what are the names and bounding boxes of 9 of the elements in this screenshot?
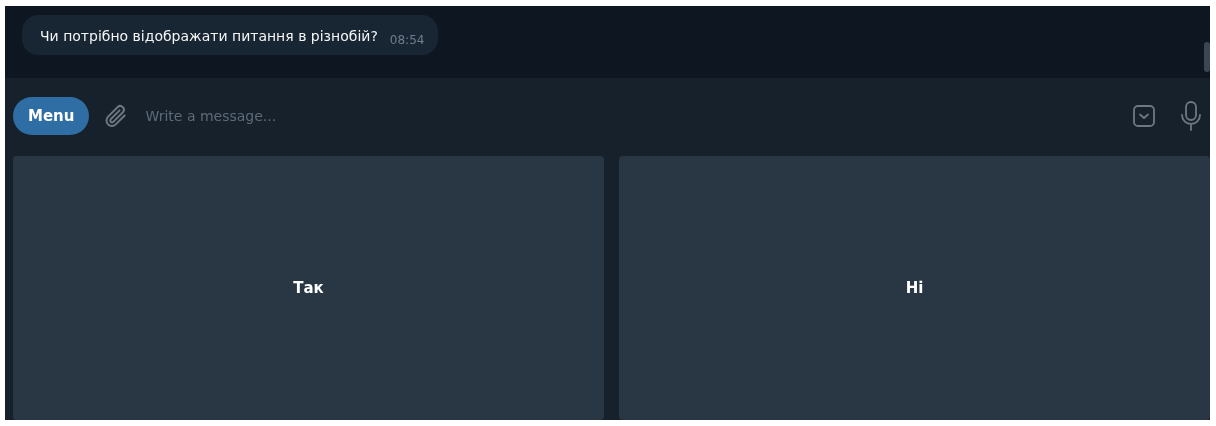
reply-keyboard-button[interactable]: Ні — [619, 156, 1210, 420]
keyboard-toggle-icon[interactable] — [1132, 104, 1156, 128]
menu-button[interactable]: Menu — [13, 97, 90, 135]
reply-keyboard-button[interactable]: Так — [13, 156, 604, 420]
scrollbar-thumb[interactable] — [1204, 42, 1210, 72]
microphone-icon[interactable] — [1180, 100, 1202, 132]
message-text: Чи потрібно відображати питання в різнобій? — [40, 28, 378, 44]
message-time: 08:54 — [389, 33, 425, 47]
message-input[interactable]: Write a message... — [143, 107, 1118, 125]
